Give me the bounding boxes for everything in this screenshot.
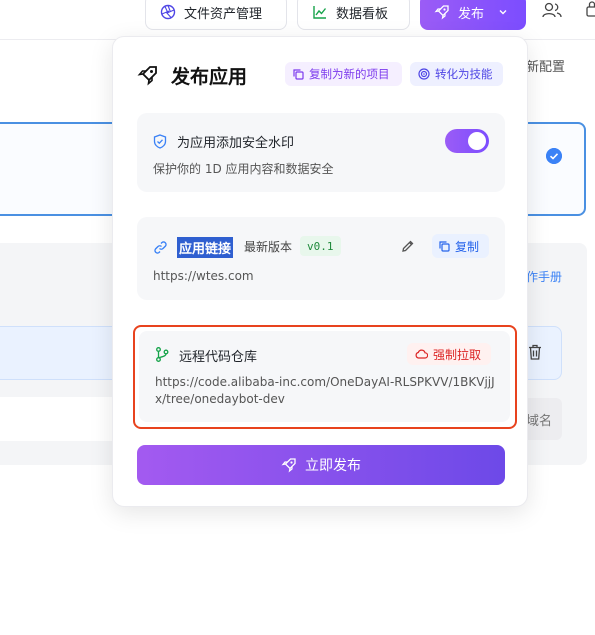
remote-repo-title: 远程代码仓库 [179,350,258,365]
shield-check-icon [153,134,167,149]
version-badge: v0.1 [300,236,341,256]
lock-icon[interactable] [586,0,595,18]
app-url[interactable]: https://wtes.com [153,269,254,283]
rocket-icon [281,458,296,473]
dashboard-button[interactable]: 数据看板 [297,0,410,30]
toggle-knob [468,132,486,150]
copy-as-new-project-label: 复制为新的项目 [309,67,390,81]
copy-link-label: 复制 [455,239,480,254]
watermark-description: 保护你的 1D 应用内容和数据安全 [153,162,334,176]
popover-title: 发布应用 [171,66,248,88]
link-icon [154,241,167,254]
publish-dropdown-button[interactable]: 发布 [420,0,526,30]
app-link-card: 应用链接 最新版本 v0.1 复制 https://wtes.com [137,217,505,300]
cloud-icon [415,349,428,359]
watermark-card: 为应用添加安全水印 保护你的 1D 应用内容和数据安全 [137,113,505,192]
convert-to-skill-label: 转化为技能 [435,67,493,81]
file-assets-button[interactable]: 文件资产管理 [145,0,287,30]
file-assets-label: 文件资产管理 [184,6,263,22]
repo-url[interactable]: https://code.alibaba-inc.com/OneDayAI-RL… [155,374,495,408]
rocket-icon [434,5,449,20]
aperture-icon [160,4,176,20]
convert-to-skill-button[interactable]: 转化为技能 [410,62,503,86]
manual-link[interactable]: 作手册 [526,268,562,285]
publish-label: 发布 [458,6,485,22]
line-chart-icon [313,6,327,19]
copy-as-new-project-button[interactable]: 复制为新的项目 [285,62,402,86]
top-bar: 文件资产管理 数据看板 发布 [0,0,595,40]
force-pull-button[interactable]: 强制拉取 [407,343,491,365]
users-icon[interactable] [541,1,563,19]
publish-popover: 发布应用 复制为新的项目 转化为技能 为应用添加安全水印 保护你的 1D 应用内… [112,36,528,507]
chevron-down-icon [499,10,507,15]
watermark-toggle[interactable] [445,129,489,153]
trash-icon[interactable] [528,344,542,360]
pencil-icon[interactable] [401,239,415,253]
publish-now-button[interactable]: 立即发布 [137,445,505,485]
rocket-icon [137,66,157,86]
latest-version-label: 最新版本 [244,240,293,254]
app-link-title: 应用链接 [177,237,234,258]
copy-link-button[interactable]: 复制 [432,234,489,258]
watermark-title: 为应用添加安全水印 [177,136,295,151]
copy-icon [439,240,450,252]
dashboard-label: 数据看板 [336,6,389,22]
publish-now-label: 立即发布 [305,458,361,474]
force-pull-label: 强制拉取 [433,347,482,362]
check-circle-icon [546,148,562,164]
copy-icon [293,68,304,80]
remote-repo-content: 远程代码仓库 强制拉取 https://code.alibaba-inc.com… [139,331,510,422]
new-config-tab[interactable]: 新配置 [526,56,565,75]
remote-repo-card: 远程代码仓库 强制拉取 https://code.alibaba-inc.com… [133,325,517,429]
git-branch-icon [156,347,169,362]
target-icon [418,68,430,80]
